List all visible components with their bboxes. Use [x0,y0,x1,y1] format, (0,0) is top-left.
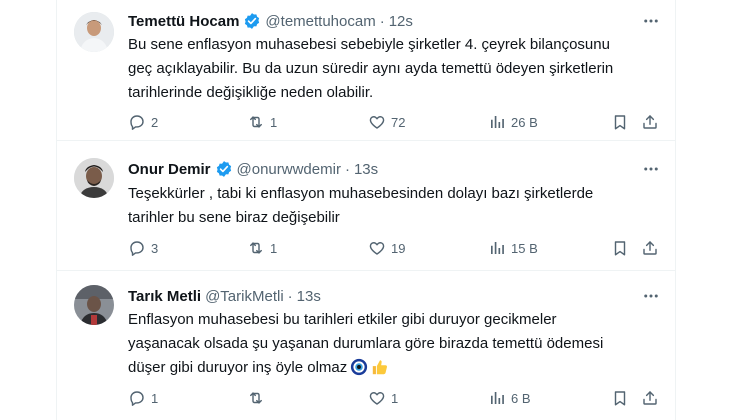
author-name[interactable]: Onur Demir [128,161,211,178]
view-count: 15 B [511,240,538,256]
retweet-icon [250,392,262,404]
tweet-header: Temettü Hocam @temettuhocam · 12s [128,11,413,31]
retweet-button[interactable]: 1 [247,238,277,258]
retweet-count: 1 [270,240,278,256]
bookmark-button[interactable] [611,238,629,258]
views-button[interactable]: 26 B [488,112,538,132]
author-name[interactable]: Tarık Metli [128,288,201,305]
like-count: 1 [391,390,399,406]
reply-count: 1 [151,390,159,406]
timestamp[interactable]: 13s [297,288,321,305]
share-icon [643,391,657,405]
view-count: 26 B [511,114,538,130]
avatar[interactable] [74,158,114,198]
reply-icon [130,241,144,256]
analytics-icon [491,242,504,254]
tweet-text: Enflasyon muhasebesi bu tarihleri etkile… [128,308,658,384]
verified-badge-icon [243,12,261,30]
author-handle[interactable]: @TarikMetli [205,288,284,305]
share-icon [643,115,657,129]
more-options-icon[interactable] [641,159,661,179]
bookmark-button[interactable] [611,112,629,132]
like-count: 72 [391,114,406,130]
analytics-icon [491,392,504,404]
like-button[interactable]: 72 [368,112,405,132]
bookmark-button[interactable] [611,388,629,408]
retweet-button[interactable] [247,388,270,408]
timestamp[interactable]: 12s [389,13,413,30]
tweet-actions: 2 1 72 26 B [128,112,658,132]
author-name[interactable]: Temettü Hocam [128,13,239,30]
more-options-icon[interactable] [641,11,661,31]
reply-icon [130,115,144,130]
tweet[interactable]: Temettü Hocam @temettuhocam · 12s Bu sen… [57,0,675,141]
share-icon [643,241,657,255]
reply-button[interactable]: 3 [128,238,158,258]
tweet-actions: 1 1 6 B [128,388,658,408]
share-button[interactable] [641,238,659,258]
bookmark-icon [614,391,626,406]
bookmark-icon [614,241,626,256]
tweet-text: Teşekkürler , tabi ki enflasyon muhasebe… [128,185,594,226]
separator-dot: · [379,12,385,30]
retweet-icon [250,116,262,128]
reply-icon [130,391,144,406]
timestamp[interactable]: 13s [354,161,378,178]
reply-button[interactable]: 2 [128,112,158,132]
heart-icon [369,242,385,255]
share-button[interactable] [641,112,659,132]
retweet-button[interactable]: 1 [247,112,277,132]
like-button[interactable]: 1 [368,388,398,408]
avatar[interactable] [74,12,114,52]
retweet-count: 1 [270,114,278,130]
tweet-header: Onur Demir @onurwwdemir · 13s [128,159,378,179]
reply-count: 2 [151,114,159,130]
avatar[interactable] [74,285,114,325]
separator-dot: · [287,287,293,305]
heart-icon [369,392,385,405]
like-count: 19 [391,240,406,256]
more-options-icon[interactable] [641,286,661,306]
retweet-icon [250,242,262,254]
thumbs-up-icon [371,358,389,384]
tweet-header: Tarık Metli @TarikMetli · 13s [128,286,321,306]
analytics-icon [491,116,504,128]
like-button[interactable]: 19 [368,238,405,258]
verified-badge-icon [215,160,233,178]
reply-button[interactable]: 1 [128,388,158,408]
timeline: Temettü Hocam @temettuhocam · 12s Bu sen… [56,0,676,420]
view-count: 6 B [511,390,531,406]
tweet-text: Bu sene enflasyon muhasebesi sebebiyle ş… [128,36,614,101]
separator-dot: · [344,160,350,178]
share-button[interactable] [641,388,659,408]
views-button[interactable]: 6 B [488,388,531,408]
author-handle[interactable]: @onurwwdemir [237,161,341,178]
views-button[interactable]: 15 B [488,238,538,258]
bookmark-icon [614,115,626,130]
heart-icon [369,116,385,129]
nazar-amulet-icon [350,358,368,384]
author-handle[interactable]: @temettuhocam [265,13,375,30]
reply-count: 3 [151,240,159,256]
tweet[interactable]: Tarık Metli @TarikMetli · 13s Enflasyon … [57,270,675,420]
tweet-actions: 3 1 19 15 B [128,238,658,258]
tweet[interactable]: Onur Demir @onurwwdemir · 13s Teşekkürle… [57,140,675,271]
